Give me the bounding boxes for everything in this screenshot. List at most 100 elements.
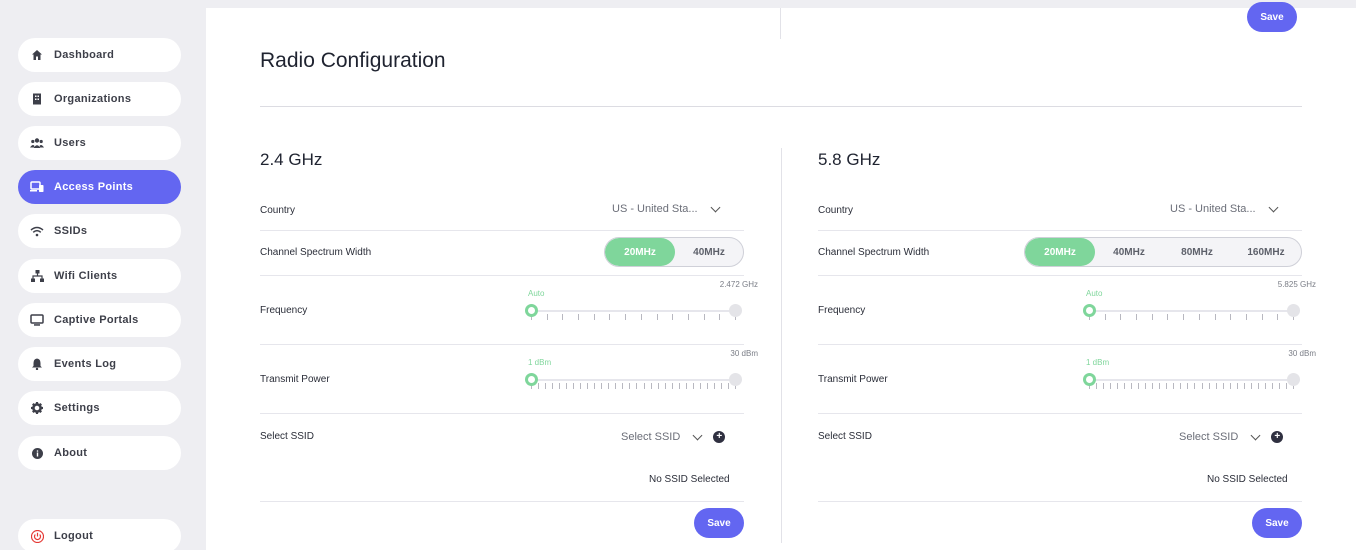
frequency-slider[interactable]: Auto 5.825 GHz xyxy=(1083,280,1316,322)
sidebar-item-events-log[interactable]: Events Log xyxy=(18,347,181,381)
sidebar-item-label: Events Log xyxy=(54,358,117,370)
spectrum-option-160mhz[interactable]: 160MHz xyxy=(1231,238,1301,266)
row-separator xyxy=(818,275,1302,276)
frequency-slider[interactable]: Auto 2.472 GHz xyxy=(525,280,758,322)
slider-tick xyxy=(625,314,627,320)
slider-tick xyxy=(671,383,673,389)
slider-max-label: 5.825 GHz xyxy=(1277,280,1316,289)
slider-tick xyxy=(692,383,694,389)
sidebar-item-label: Access Points xyxy=(54,181,134,193)
slider-end-handle xyxy=(729,373,742,386)
slider-tick xyxy=(562,314,564,320)
sidebar-item-access-points[interactable]: Access Points xyxy=(18,170,181,204)
slider-tick xyxy=(1264,383,1266,389)
slider-max-label: 30 dBm xyxy=(1288,349,1316,358)
sidebar-item-label: Settings xyxy=(54,402,100,414)
spectrum-label: Channel Spectrum Width xyxy=(260,247,372,258)
top-save-button[interactable]: Save xyxy=(1247,2,1297,32)
slider-end-handle xyxy=(1287,304,1300,317)
sidebar-item-captive-portals[interactable]: Captive Portals xyxy=(18,303,181,337)
slider-tick xyxy=(719,314,721,320)
slider-tick xyxy=(713,383,715,389)
transmit-power-label: Transmit Power xyxy=(260,374,330,385)
row-separator xyxy=(818,344,1302,345)
sidebar-item-label: SSIDs xyxy=(54,225,88,237)
sidebar-item-organizations[interactable]: Organizations xyxy=(18,82,181,116)
logout-button[interactable]: Logout xyxy=(18,519,181,550)
slider-max-label: 2.472 GHz xyxy=(719,280,758,289)
slider-tick xyxy=(545,383,547,389)
sidebar-item-users[interactable]: Users xyxy=(18,126,181,160)
sidebar-item-label: Captive Portals xyxy=(54,314,139,326)
slider-tick xyxy=(587,383,589,389)
chevron-down-icon xyxy=(1250,430,1261,440)
slider-tick xyxy=(1173,383,1175,389)
slider-tick xyxy=(672,314,674,320)
transmit-power-label: Transmit Power xyxy=(818,374,888,385)
slider-handle[interactable] xyxy=(525,373,538,386)
info-icon xyxy=(30,446,44,460)
devices-icon xyxy=(30,180,44,194)
slider-tick xyxy=(687,314,689,320)
slider-tick xyxy=(699,383,701,389)
slider-min-label: Auto xyxy=(1086,289,1103,298)
select-ssid-label: Select SSID xyxy=(260,431,314,442)
divider xyxy=(780,8,781,39)
country-value: US - United Sta... xyxy=(1170,203,1256,215)
spectrum-width-toggle: 20MHz 40MHz xyxy=(604,237,744,267)
ssid-select[interactable]: Select SSID + xyxy=(621,430,726,443)
slider-tick xyxy=(538,383,540,389)
add-ssid-icon[interactable]: + xyxy=(1271,431,1284,443)
spectrum-option-20mhz[interactable]: 20MHz xyxy=(605,238,675,266)
row-separator xyxy=(260,275,744,276)
slider-tick xyxy=(1136,314,1138,320)
slider-tick xyxy=(1138,383,1140,389)
spectrum-option-20mhz[interactable]: 20MHz xyxy=(1025,238,1095,266)
slider-tick xyxy=(1159,383,1161,389)
add-ssid-icon[interactable]: + xyxy=(713,431,726,443)
spectrum-option-40mhz[interactable]: 40MHz xyxy=(675,238,743,266)
ssid-select[interactable]: Select SSID + xyxy=(1179,430,1284,443)
users-icon xyxy=(30,136,44,150)
transmit-power-slider[interactable]: 1 dBm 30 dBm xyxy=(1083,349,1316,391)
slider-handle[interactable] xyxy=(1083,373,1096,386)
slider-handle[interactable] xyxy=(1083,304,1096,317)
divider xyxy=(260,106,1302,107)
row-separator xyxy=(260,501,744,502)
sidebar-item-wifi-clients[interactable]: Wifi Clients xyxy=(18,259,181,293)
save-button[interactable]: Save xyxy=(694,508,744,538)
row-separator xyxy=(818,501,1302,502)
page-title: Radio Configuration xyxy=(260,49,446,72)
spectrum-option-80mhz[interactable]: 80MHz xyxy=(1163,238,1231,266)
slider-tick xyxy=(1103,383,1105,389)
transmit-power-slider[interactable]: 1 dBm 30 dBm xyxy=(525,349,758,391)
slider-tick xyxy=(601,383,603,389)
slider-tick xyxy=(1096,383,1098,389)
slider-tick xyxy=(1145,383,1147,389)
slider-tick xyxy=(643,383,645,389)
slider-tick xyxy=(1104,314,1106,320)
row-separator xyxy=(260,230,744,231)
slider-tick xyxy=(629,383,631,389)
sidebar-item-about[interactable]: About xyxy=(18,436,181,470)
slider-tick xyxy=(1257,383,1259,389)
sidebar-item-dashboard[interactable]: Dashboard xyxy=(18,38,181,72)
chevron-down-icon xyxy=(710,202,721,212)
ssid-status: No SSID Selected xyxy=(649,474,730,485)
slider-handle[interactable] xyxy=(525,304,538,317)
slider-tick xyxy=(609,314,611,320)
slider-tick xyxy=(1271,383,1273,389)
bell-icon xyxy=(30,357,44,371)
slider-tick xyxy=(1194,383,1196,389)
slider-tick xyxy=(608,383,610,389)
sidebar-item-ssids[interactable]: SSIDs xyxy=(18,214,181,248)
country-value: US - United Sta... xyxy=(612,203,698,215)
sidebar-item-settings[interactable]: Settings xyxy=(18,391,181,425)
country-select[interactable]: US - United Sta... xyxy=(1170,202,1279,215)
slider-tick xyxy=(1222,383,1224,389)
slider-tick xyxy=(1250,383,1252,389)
country-select[interactable]: US - United Sta... xyxy=(612,202,721,215)
save-button[interactable]: Save xyxy=(1252,508,1302,538)
row-separator xyxy=(260,344,744,345)
spectrum-option-40mhz[interactable]: 40MHz xyxy=(1095,238,1163,266)
